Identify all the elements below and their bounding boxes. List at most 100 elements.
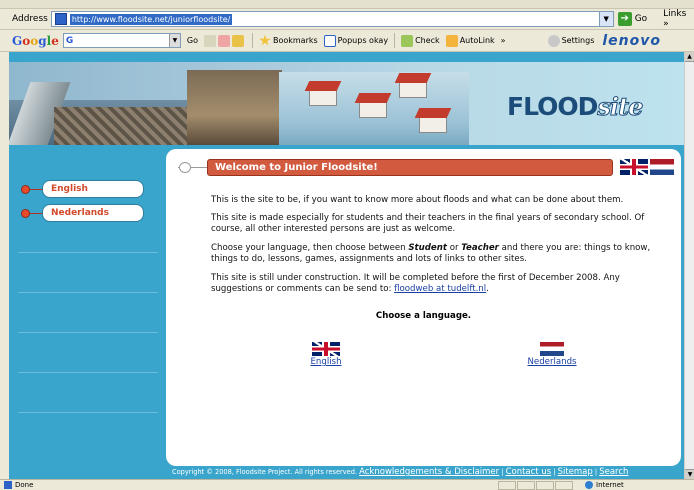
vertical-scrollbar[interactable]: ▲ ▼: [684, 52, 694, 479]
check-label: Check: [415, 36, 440, 45]
choose-language-heading: Choose a language.: [375, 311, 472, 321]
status-segment: [517, 481, 535, 490]
divider: [251, 33, 253, 48]
sidebar-item-label[interactable]: Nederlands: [42, 204, 144, 222]
page-title: Welcome to Junior Floodsite!: [207, 159, 613, 176]
email-link[interactable]: floodweb at tudelft.nl: [394, 284, 486, 294]
toolbar-icons[interactable]: [203, 34, 246, 47]
bookmarks-button[interactable]: Bookmarks: [259, 34, 318, 47]
house-icon: [359, 102, 387, 118]
links-button[interactable]: Links »: [663, 9, 694, 29]
floodsite-logo: FLOODsite: [507, 92, 644, 122]
search-link[interactable]: Search: [599, 467, 628, 477]
go-arrow-icon: ➔: [617, 12, 632, 26]
construction-paragraph: This site is still under construction. I…: [211, 273, 620, 294]
status-segment: [536, 481, 554, 490]
address-input[interactable]: http://www.floodsite.net/juniorfloodsite…: [50, 11, 614, 27]
autolink-label: AutoLink: [459, 36, 495, 45]
star-icon: [259, 34, 271, 46]
popups-label: Popups okay: [337, 36, 389, 45]
go-label: Go: [634, 14, 648, 24]
chevron-down-icon[interactable]: ▼: [168, 34, 180, 47]
divider: [394, 33, 396, 48]
lenovo-logo: lenovo: [602, 32, 661, 49]
arrow-icon[interactable]: [203, 34, 216, 47]
bullet-icon: [21, 208, 30, 218]
chevron-down-icon[interactable]: ▼: [598, 12, 613, 26]
sidebar-item-nederlands[interactable]: Nederlands: [21, 204, 144, 222]
house-icon: [399, 82, 427, 98]
status-segment: [555, 481, 573, 490]
page-viewport: FLOODsite English Nederlands Welcome to …: [9, 52, 684, 479]
globe-icon: [585, 481, 593, 489]
sitemap-link[interactable]: Sitemap: [558, 467, 593, 477]
address-bar: Address http://www.floodsite.net/juniorf…: [0, 9, 694, 30]
house-icon: [309, 90, 337, 106]
google-go-button[interactable]: Go: [187, 36, 198, 45]
audience-paragraph: This site is made especially for student…: [211, 213, 645, 234]
sidebar-item-english[interactable]: English: [21, 180, 144, 198]
status-text: Done: [15, 481, 34, 489]
netherlands-flag-icon[interactable]: [540, 342, 564, 356]
spellcheck-icon: [401, 34, 414, 47]
address-url[interactable]: http://www.floodsite.net/juniorfloodsite…: [69, 13, 233, 25]
student-text: Student: [408, 243, 447, 253]
english-link[interactable]: English: [306, 357, 346, 367]
bookmarks-label: Bookmarks: [272, 36, 318, 45]
intro-paragraph: This is the site to be, if you want to k…: [211, 195, 624, 205]
settings-icon: [547, 34, 560, 47]
gmail-icon[interactable]: [217, 34, 230, 47]
security-zone: Internet: [585, 481, 624, 489]
teacher-text: Teacher: [461, 243, 499, 253]
main-content: Welcome to Junior Floodsite! This is the…: [166, 149, 681, 466]
flooded-houses-image: [279, 72, 469, 145]
autolink-button[interactable]: AutoLink: [445, 34, 495, 47]
water-texture: [18, 292, 158, 293]
popups-button[interactable]: Popups okay: [323, 34, 389, 47]
status-segment: [498, 481, 516, 490]
page-icon: [4, 481, 12, 489]
status-bar: Done Internet: [0, 479, 694, 490]
uk-flag-icon[interactable]: [312, 342, 340, 356]
nederlands-link[interactable]: Nederlands: [524, 357, 580, 367]
flood-photo: [187, 70, 282, 145]
house-icon: [419, 117, 447, 133]
gadget-icon[interactable]: [231, 34, 244, 47]
water-texture: [18, 412, 158, 413]
address-label: Address: [12, 14, 48, 24]
popup-icon: [323, 34, 336, 47]
contact-link[interactable]: Contact us: [506, 467, 552, 477]
instructions-paragraph: Choose your language, then choose betwee…: [211, 243, 651, 264]
window-top-edge: [0, 0, 694, 9]
page-icon: [54, 13, 67, 25]
title-bullet-icon: [179, 162, 191, 173]
sidebar-item-label[interactable]: English: [42, 180, 144, 198]
google-toolbar: Google G ▼ Go Bookmarks Popups okay Chec…: [0, 30, 694, 52]
zone-label: Internet: [596, 481, 624, 489]
water-texture: [18, 332, 158, 333]
settings-label: Settings: [561, 36, 595, 45]
water-texture: [18, 252, 158, 253]
scroll-up-icon[interactable]: ▲: [685, 52, 694, 62]
rocks-image: [54, 107, 204, 145]
uk-flag-icon[interactable]: [620, 159, 648, 175]
scroll-down-icon[interactable]: ▼: [685, 469, 694, 479]
copyright-text: Copyright © 2008, Floodsite Project. All…: [172, 468, 357, 476]
check-button[interactable]: Check: [401, 34, 440, 47]
google-search-input[interactable]: G ▼: [62, 33, 181, 48]
autolink-icon: [445, 34, 458, 47]
google-logo: Google: [12, 33, 59, 48]
footer: Copyright © 2008, Floodsite Project. All…: [172, 466, 684, 478]
site-banner: FLOODsite: [9, 62, 684, 145]
google-g-icon: G: [65, 35, 74, 46]
water-texture: [18, 372, 158, 373]
go-button[interactable]: ➔ Go: [617, 12, 648, 26]
connector-line: [30, 188, 42, 190]
connector-line: [30, 212, 42, 214]
bullet-icon: [21, 184, 30, 194]
netherlands-flag-icon[interactable]: [650, 159, 674, 175]
settings-button[interactable]: Settings: [547, 34, 595, 47]
acknowledgements-link[interactable]: Acknowledgements & Disclaimer: [359, 467, 499, 477]
google-go-label: Go: [186, 36, 198, 45]
more-button[interactable]: »: [501, 36, 506, 45]
